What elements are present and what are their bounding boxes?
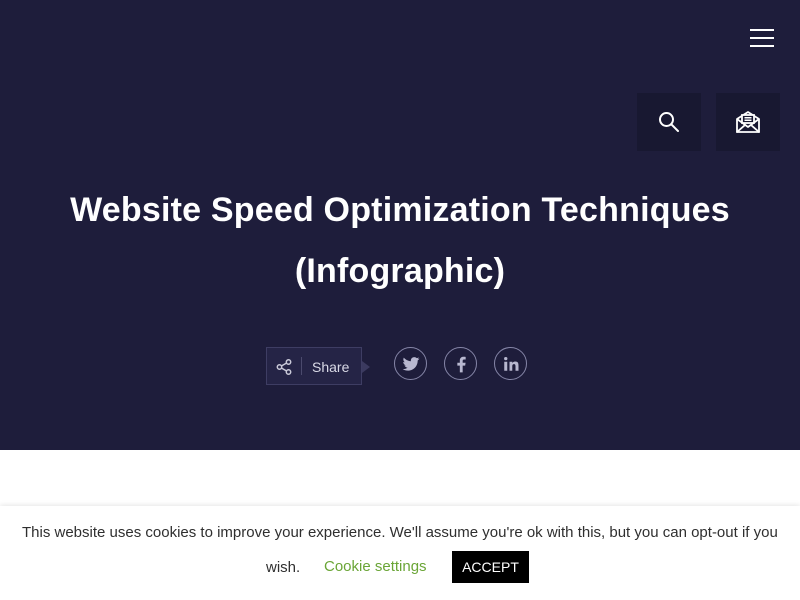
facebook-icon: [456, 356, 466, 372]
cookie-message: This website uses cookies to improve you…: [22, 524, 778, 541]
linkedin-share-button[interactable]: [494, 347, 527, 380]
cookie-settings-link[interactable]: Cookie settings: [324, 558, 427, 576]
share-divider: [301, 357, 302, 375]
linkedin-icon: [503, 356, 518, 371]
cookie-message-continued: wish.: [266, 559, 301, 576]
facebook-share-button[interactable]: [444, 347, 477, 380]
menu-button[interactable]: [748, 26, 776, 50]
subscribe-button[interactable]: [716, 93, 780, 151]
share-label: Share: [312, 359, 350, 375]
post-hero: Website Speed Optimization Techniques (I…: [0, 0, 800, 450]
share-button[interactable]: Share: [266, 347, 370, 385]
share-icon: [276, 359, 292, 375]
cookie-consent-bar: This website uses cookies to improve you…: [0, 506, 800, 600]
post-title: Website Speed Optimization Techniques (I…: [70, 191, 730, 290]
search-icon: [659, 112, 679, 132]
hamburger-icon: [750, 37, 774, 39]
twitter-icon: [402, 356, 419, 371]
newsletter-envelope-icon: [736, 111, 760, 133]
twitter-share-button[interactable]: [394, 347, 427, 380]
hamburger-icon: [750, 29, 774, 31]
accept-cookies-button[interactable]: ACCEPT: [452, 551, 529, 583]
search-button[interactable]: [637, 93, 701, 151]
hamburger-icon: [750, 45, 774, 47]
